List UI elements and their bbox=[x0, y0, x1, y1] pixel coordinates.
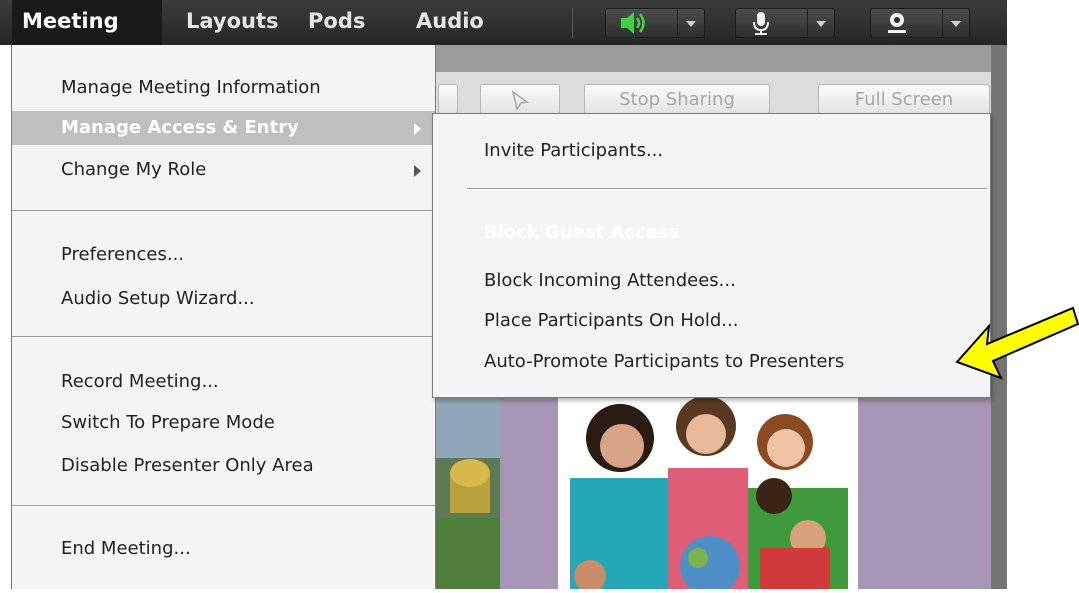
menu-separator bbox=[12, 210, 435, 212]
pointer-icon bbox=[505, 89, 535, 111]
menu-separator bbox=[467, 188, 987, 190]
submenu-arrow-icon bbox=[414, 165, 421, 177]
menu-item-audio-setup-wizard[interactable]: Audio Setup Wizard... bbox=[12, 282, 435, 316]
menu-item-switch-to-prepare-mode[interactable]: Switch To Prepare Mode bbox=[12, 406, 435, 440]
menu-item-block-guest-access: Block Guest Access bbox=[484, 222, 680, 243]
toolbar-partial-button[interactable] bbox=[438, 84, 458, 114]
speaker-dropdown-icon[interactable] bbox=[677, 9, 704, 37]
menu-meeting[interactable]: Meeting bbox=[12, 0, 162, 45]
microphone-dropdown-icon[interactable] bbox=[807, 9, 834, 37]
full-screen-button[interactable]: Full Screen bbox=[818, 84, 990, 114]
menu-item-label: Manage Access & Entry bbox=[61, 117, 299, 138]
menu-item-disable-presenter-only-area[interactable]: Disable Presenter Only Area bbox=[12, 449, 435, 483]
menu-item-label: Change My Role bbox=[61, 159, 207, 180]
menu-item-auto-promote-participants[interactable]: Auto-Promote Participants to Presenters bbox=[433, 345, 990, 379]
speaker-icon bbox=[612, 11, 650, 35]
menu-item-block-incoming-attendees[interactable]: Block Incoming Attendees... bbox=[433, 264, 990, 298]
menu-layouts[interactable]: Layouts bbox=[174, 0, 291, 45]
manage-access-submenu: Invite Participants... Block Guest Acces… bbox=[432, 113, 991, 398]
microphone-button[interactable] bbox=[735, 8, 835, 38]
menu-pods[interactable]: Pods bbox=[296, 0, 377, 45]
menu-item-end-meeting[interactable]: End Meeting... bbox=[12, 532, 435, 566]
webcam-button[interactable] bbox=[870, 8, 970, 38]
meeting-dropdown-menu: Manage Meeting Information Manage Access… bbox=[11, 45, 436, 589]
webcam-icon bbox=[877, 11, 915, 35]
menu-item-invite-participants[interactable]: Invite Participants... bbox=[433, 134, 990, 168]
menu-item-preferences[interactable]: Preferences... bbox=[12, 238, 435, 272]
stop-sharing-button[interactable]: Stop Sharing bbox=[584, 84, 770, 114]
microphone-icon bbox=[742, 11, 780, 35]
menu-item-change-my-role[interactable]: Change My Role bbox=[12, 153, 435, 187]
menu-item-record-meeting[interactable]: Record Meeting... bbox=[12, 365, 435, 399]
menu-bar-divider bbox=[572, 8, 573, 38]
webcam-dropdown-icon[interactable] bbox=[942, 9, 969, 37]
annotation-arrow-icon bbox=[955, 300, 1079, 400]
speaker-button[interactable] bbox=[605, 8, 705, 38]
menu-audio[interactable]: Audio bbox=[404, 0, 496, 45]
submenu-arrow-icon bbox=[414, 123, 421, 135]
menu-item-manage-access-entry[interactable]: Manage Access & Entry bbox=[12, 111, 435, 145]
menu-separator bbox=[12, 505, 435, 507]
menu-item-manage-meeting-information[interactable]: Manage Meeting Information bbox=[12, 71, 435, 105]
menu-bar: Meeting Layouts Pods Audio bbox=[0, 0, 1007, 45]
menu-item-place-participants-on-hold[interactable]: Place Participants On Hold... bbox=[433, 304, 990, 338]
shared-content-image bbox=[430, 396, 991, 593]
menu-separator bbox=[12, 336, 435, 338]
pointer-tool-button[interactable] bbox=[480, 84, 560, 114]
